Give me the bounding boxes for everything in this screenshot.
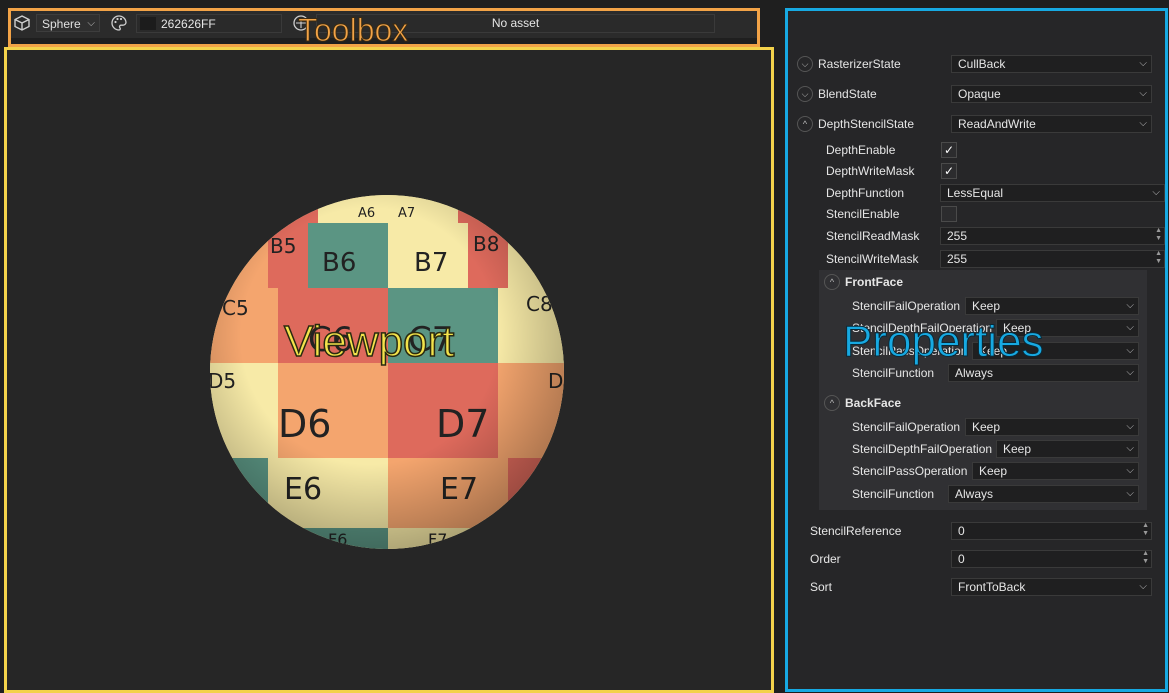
- viewport-caption: Viewport: [283, 317, 455, 366]
- viewport-frame: [4, 47, 774, 693]
- toolbox-caption: Toolbox: [297, 12, 409, 48]
- properties-caption: Properties: [843, 317, 1045, 366]
